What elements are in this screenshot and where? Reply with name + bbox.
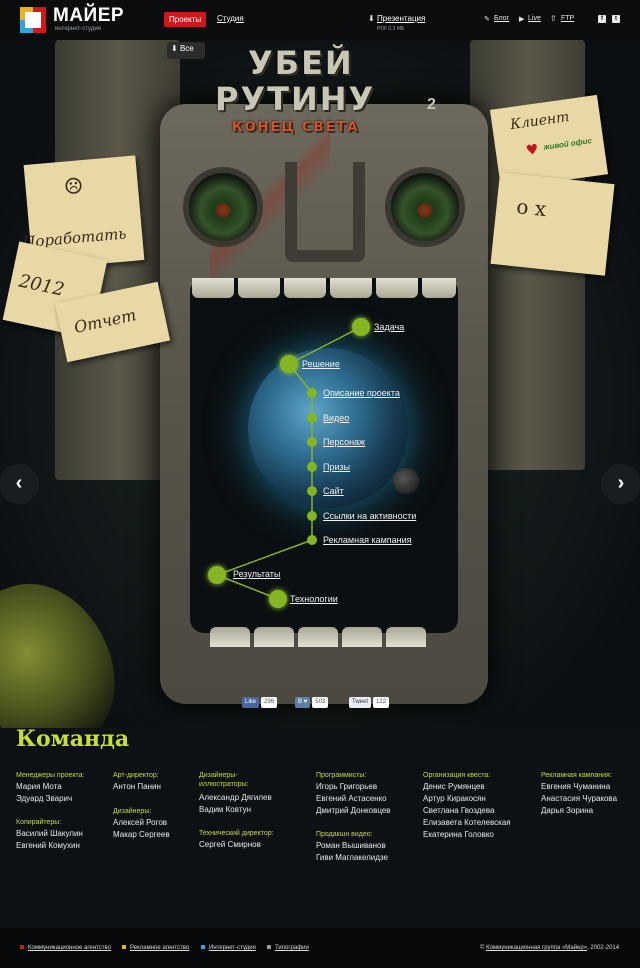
menu-node-ad-campaign[interactable] bbox=[307, 535, 317, 545]
person-name: Евгений Комухин bbox=[16, 841, 80, 850]
person-name: Гиви Маглакелидзе bbox=[316, 853, 388, 862]
role-label: Продакшн видео: bbox=[316, 831, 373, 838]
person-name: Василий Шакулин bbox=[16, 829, 83, 838]
person-name: Дмитрий Донковцев bbox=[316, 806, 391, 815]
person-name: Евгения Чуманина bbox=[541, 782, 611, 791]
menu-node-results[interactable] bbox=[208, 566, 226, 584]
facebook-like[interactable]: Like 296 bbox=[242, 697, 278, 708]
person-name: Мария Мота bbox=[16, 782, 62, 791]
logo-subtitle: интернет-студия bbox=[55, 26, 101, 32]
logo-icon[interactable] bbox=[20, 7, 46, 33]
upload-icon: ⇧ bbox=[550, 14, 557, 23]
menu-node-prizes[interactable] bbox=[307, 462, 317, 472]
footer-link-label: Типографии bbox=[275, 945, 309, 951]
person-name: Макар Сергеев bbox=[113, 830, 170, 839]
facebook-like-button[interactable]: Like bbox=[242, 697, 260, 708]
menu-connector-lines bbox=[216, 326, 362, 600]
menu-item-activity-links[interactable]: Ссылки на активности bbox=[323, 511, 416, 521]
menu-node-character[interactable] bbox=[307, 437, 317, 447]
role-label: Организация квеста: bbox=[423, 772, 491, 779]
menu-item-site[interactable]: Сайт bbox=[323, 486, 344, 496]
facebook-like-count: 296 bbox=[261, 697, 278, 708]
role-label: иллюстраторы: bbox=[199, 781, 249, 788]
role-label: Рекламная кампания: bbox=[541, 772, 612, 779]
person-name: Роман Вышиванов bbox=[316, 841, 386, 850]
menu-item-prizes[interactable]: Призы bbox=[323, 462, 350, 472]
role-label: Дизайнеры- bbox=[199, 772, 238, 779]
team-title: Команда bbox=[16, 726, 130, 752]
role-label: Программисты: bbox=[316, 772, 367, 779]
grey-square-icon bbox=[267, 945, 271, 950]
blue-square-icon bbox=[201, 945, 205, 950]
red-square-icon bbox=[20, 945, 24, 950]
role-label: Технический директор: bbox=[199, 830, 274, 837]
person-name: Анастасия Чуракова bbox=[541, 794, 618, 803]
copyright: © Коммуникационная группа «Майер», 2002-… bbox=[480, 945, 619, 951]
footer-link-advertising[interactable]: Рекламное агентство bbox=[122, 945, 189, 951]
presentation-size: PDF 0.3 МБ bbox=[377, 26, 405, 32]
menu-node-technologies[interactable] bbox=[269, 590, 287, 608]
menu-node-solution[interactable] bbox=[280, 355, 298, 373]
role-label: Менеджеры проекта: bbox=[16, 772, 85, 779]
person-name: Алексей Рогов bbox=[113, 818, 168, 827]
person-name: Антон Панин bbox=[113, 782, 161, 791]
menu-node-activity[interactable] bbox=[307, 511, 317, 521]
menu-item-solution[interactable]: Решение bbox=[302, 359, 340, 369]
pencil-icon: ✎ bbox=[484, 16, 490, 23]
menu-node-site[interactable] bbox=[307, 486, 317, 496]
menu-item-technologies[interactable]: Технологии bbox=[290, 594, 338, 604]
blog-link[interactable]: Блог bbox=[494, 15, 509, 22]
person-name: Эдуард Зварич bbox=[16, 794, 73, 803]
footer-link-communication[interactable]: Коммуникационное агентство bbox=[20, 945, 111, 951]
menu-item-description[interactable]: Описание проекта bbox=[323, 388, 400, 398]
menu-item-character[interactable]: Персонаж bbox=[323, 437, 365, 447]
footer-link-typography[interactable]: Типографии bbox=[267, 945, 309, 951]
menu-item-ad-campaign[interactable]: Рекламная кампания bbox=[323, 535, 412, 545]
person-name: Игорь Григорьев bbox=[316, 782, 378, 791]
tweet-count: 122 bbox=[373, 697, 390, 708]
copyright-suffix: , 2002-2014 bbox=[587, 945, 620, 951]
person-name: Сергей Смирнов bbox=[199, 840, 261, 849]
vk-like-count: 503 bbox=[312, 697, 329, 708]
yellow-square-icon bbox=[122, 945, 126, 950]
live-link[interactable]: Live bbox=[528, 15, 541, 22]
vk-like-button[interactable]: В ♥ bbox=[295, 697, 311, 708]
play-icon: ▶ bbox=[519, 16, 525, 23]
person-name: Дарья Зорина bbox=[541, 806, 594, 815]
twitter-icon[interactable]: t bbox=[612, 15, 620, 23]
ftp-link[interactable]: FTP bbox=[561, 15, 574, 22]
role-label: Арт-директор: bbox=[113, 772, 159, 779]
nav-studio[interactable]: Студия bbox=[217, 14, 244, 23]
twitter-share[interactable]: Tweet 122 bbox=[349, 697, 390, 708]
download-icon: ⬇ bbox=[368, 14, 375, 23]
role-label: Дизайнеры: bbox=[113, 808, 152, 815]
menu-node-video[interactable] bbox=[307, 413, 317, 423]
footer-link-label: Коммуникационное агентство bbox=[28, 945, 111, 951]
menu-item-task[interactable]: Задача bbox=[374, 322, 404, 332]
menu-node-description[interactable] bbox=[307, 388, 317, 398]
person-name: Вадим Ковтун bbox=[199, 805, 251, 814]
hero-scene: УБЕЙ РУТИНУ КОНЕЦ СВЕТА 2 ☹ Поработать 2… bbox=[0, 40, 640, 728]
person-name: Александр Дягилев bbox=[199, 793, 272, 802]
person-name: Евгений Астасенко bbox=[316, 794, 387, 803]
person-name: Елизавета Котелевская bbox=[423, 818, 511, 827]
vk-like[interactable]: В ♥ 503 bbox=[295, 697, 329, 708]
footer-link-web-studio[interactable]: Интернет-студия bbox=[201, 945, 256, 951]
nav-projects[interactable]: Проекты bbox=[164, 12, 207, 27]
menu-item-results[interactable]: Результаты bbox=[233, 569, 280, 579]
logo-title[interactable]: МАЙЕР bbox=[53, 5, 124, 27]
facebook-icon[interactable]: f bbox=[598, 15, 606, 23]
person-name: Артур Киракосян bbox=[423, 794, 486, 803]
person-name: Денис Румянцев bbox=[423, 782, 485, 791]
copyright-link[interactable]: Коммуникационная группа «Майер» bbox=[486, 945, 587, 951]
menu-item-video[interactable]: Видео bbox=[323, 413, 349, 423]
role-label: Копирайтеры: bbox=[16, 819, 62, 826]
person-name: Екатерина Головко bbox=[423, 830, 494, 839]
footer-link-label: Рекламное агентство bbox=[130, 945, 190, 951]
tweet-button[interactable]: Tweet bbox=[349, 697, 372, 708]
person-name: Светлана Гвоздева bbox=[423, 806, 495, 815]
footer-link-label: Интернет-студия bbox=[209, 945, 256, 951]
presentation-link[interactable]: Презентация bbox=[377, 14, 425, 23]
menu-node-task[interactable] bbox=[352, 318, 370, 336]
